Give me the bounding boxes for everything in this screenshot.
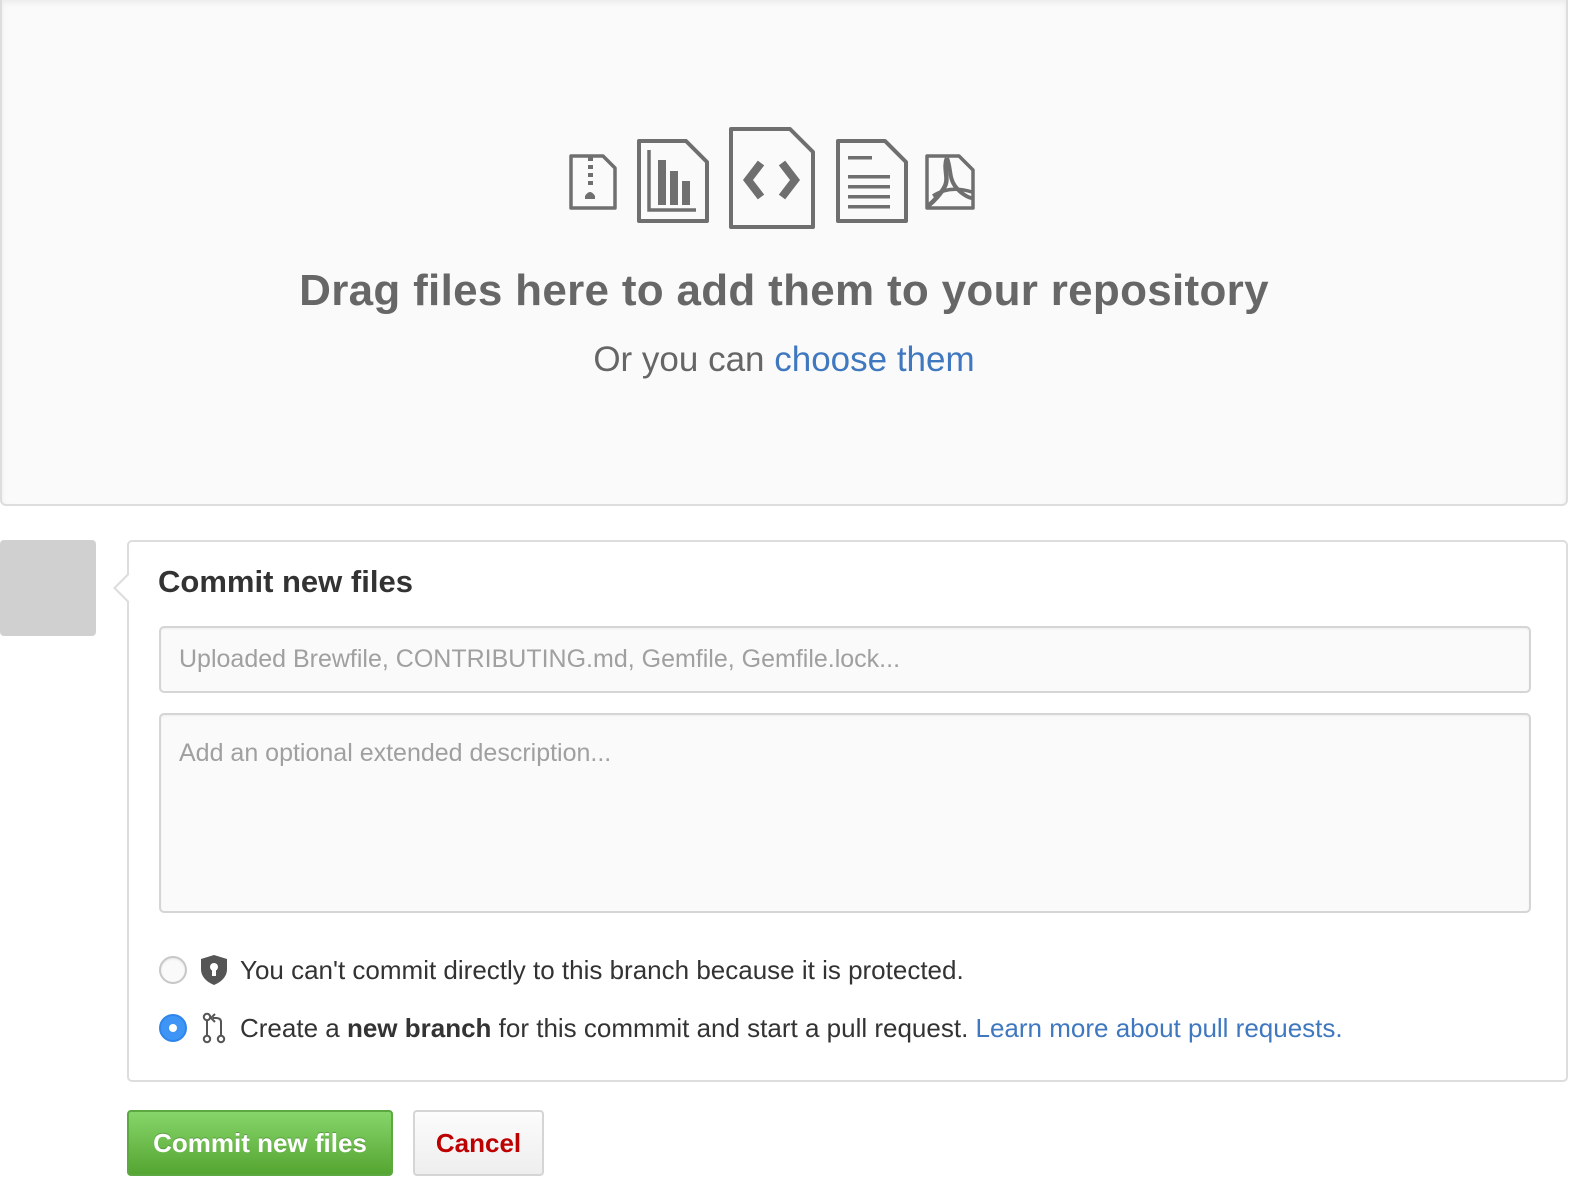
cancel-button[interactable]: Cancel — [413, 1110, 544, 1176]
shield-lock-icon — [199, 954, 229, 986]
git-pull-request-icon — [199, 1012, 229, 1044]
avatar — [0, 540, 96, 636]
new-branch-text: Create a new branch for this commmit and… — [240, 1013, 1343, 1044]
file-drop-zone[interactable]: Drag files here to add them to your repo… — [0, 0, 1568, 506]
new-branch-text-bold: new branch — [346, 1012, 492, 1043]
file-code-icon — [728, 126, 816, 230]
commit-direct-option[interactable]: You can't commit directly to this branch… — [159, 953, 964, 987]
commit-description-textarea[interactable] — [159, 713, 1531, 913]
commit-form-title: Commit new files — [158, 564, 413, 599]
drop-zone-subtitle-prefix: Or you can — [593, 340, 775, 379]
new-branch-text-after: for this commmit and start a pull reques… — [491, 1012, 976, 1043]
file-chart-icon — [636, 138, 710, 224]
file-text-icon — [835, 138, 909, 224]
commit-new-files-button[interactable]: Commit new files — [127, 1110, 393, 1176]
file-pdf-icon — [925, 154, 975, 210]
new-branch-option[interactable]: Create a new branch for this commmit and… — [159, 1011, 1343, 1045]
file-zip-icon — [569, 154, 617, 210]
commit-direct-text: You can't commit directly to this branch… — [240, 954, 964, 985]
new-branch-text-before: Create a — [240, 1012, 347, 1043]
commit-direct-radio[interactable] — [159, 956, 187, 984]
learn-more-pull-requests-link[interactable]: Learn more about pull requests. — [976, 1013, 1343, 1043]
drop-zone-title: Drag files here to add them to your repo… — [299, 266, 1269, 315]
commit-form: Commit new files You can't commit direct… — [113, 540, 1568, 1082]
new-branch-radio[interactable] — [159, 1014, 187, 1042]
file-type-icons — [2, 126, 1566, 232]
drop-zone-subtitle: Or you can choose them — [2, 340, 1566, 380]
commit-summary-input[interactable] — [159, 626, 1531, 693]
choose-files-link[interactable]: choose them — [774, 340, 974, 379]
